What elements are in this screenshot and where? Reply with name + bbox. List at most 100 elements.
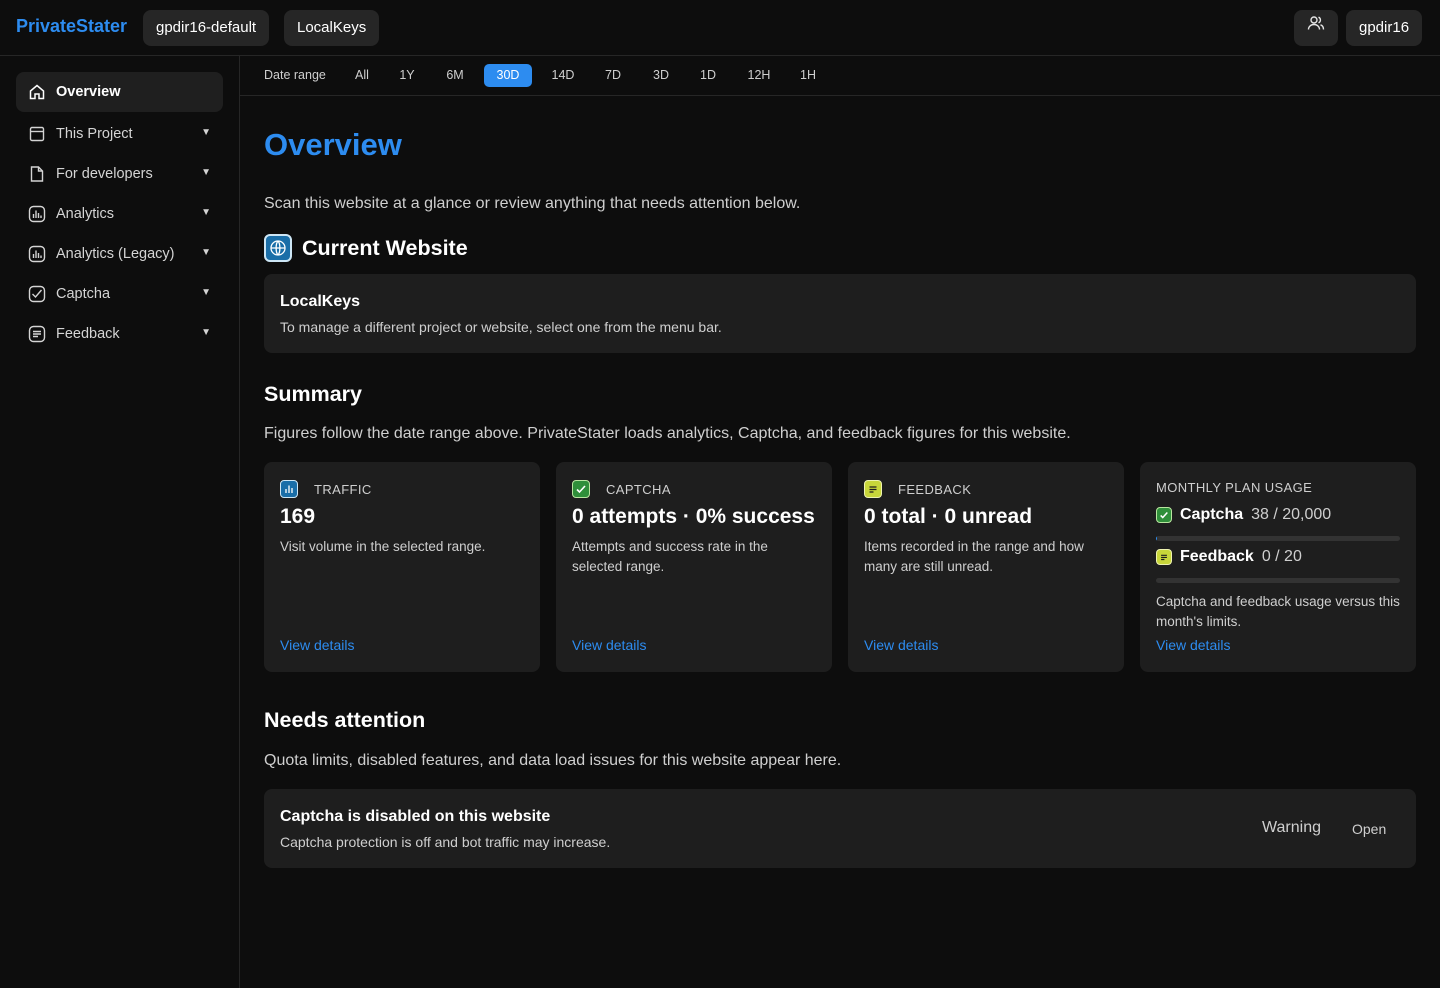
attention-description: Captcha protection is off and bot traffi… (280, 834, 611, 850)
current-website-card: LocalKeys To manage a different project … (264, 274, 1416, 353)
page-intro: Scan this website at a glance or review … (264, 195, 801, 212)
chevron-down-icon[interactable]: ▼ (201, 167, 211, 178)
captcha-usage-row: Captcha 38 / 20,000 (1156, 506, 1331, 524)
date-range-30d[interactable]: 30D (484, 64, 532, 87)
sidebar-item-label: Feedback (56, 326, 120, 342)
usage-value: 0 / 20 (1261, 548, 1302, 565)
sidebar-item-label: Overview (56, 84, 121, 100)
date-range-1y[interactable]: 1Y (393, 64, 421, 87)
chevron-down-icon[interactable]: ▼ (201, 207, 211, 218)
date-range-3d[interactable]: 3D (648, 64, 674, 87)
traffic-card: TRAFFIC 169 Visit volume in the selected… (264, 462, 540, 672)
sidebar: Overview This Project ▼ For developers ▼… (0, 56, 240, 988)
attention-title: Captcha is disabled on this website (280, 808, 551, 825)
summary-description: Figures follow the date range above. Pri… (264, 425, 1071, 442)
view-details-link[interactable]: View details (572, 637, 646, 653)
date-range-7d[interactable]: 7D (600, 64, 626, 87)
page-title: Overview (264, 127, 402, 162)
chevron-down-icon[interactable]: ▼ (201, 247, 211, 258)
sidebar-item-this-project[interactable]: This Project ▼ (16, 114, 223, 154)
current-website-heading: Current Website (264, 234, 468, 262)
message-lines-icon (864, 480, 882, 498)
users-icon (1307, 10, 1325, 46)
card-value: 169 (280, 505, 316, 528)
feedback-card: FEEDBACK 0 total · 0 unread Items record… (848, 462, 1124, 672)
message-lines-icon (28, 325, 46, 343)
bar-chart-icon (280, 480, 298, 498)
date-range-1h[interactable]: 1H (795, 64, 821, 87)
date-range-label: Date range (264, 68, 326, 82)
users-button[interactable] (1294, 10, 1338, 46)
usage-value: 38 / 20,000 (1251, 506, 1332, 523)
card-label: MONTHLY PLAN USAGE (1156, 480, 1313, 495)
bar-chart-icon (28, 205, 46, 223)
date-range-all[interactable]: All (348, 64, 376, 87)
view-details-link[interactable]: View details (280, 637, 354, 653)
card-label: FEEDBACK (898, 481, 972, 497)
captcha-card: CAPTCHA 0 attempts · 0% success Attempts… (556, 462, 832, 672)
attention-item: Captcha is disabled on this website Capt… (264, 789, 1416, 868)
sidebar-item-label: Captcha (56, 286, 111, 302)
sidebar-item-label: For developers (56, 166, 153, 182)
sidebar-item-captcha[interactable]: Captcha ▼ (16, 274, 223, 314)
captcha-usage-bar (1156, 536, 1400, 541)
usage-label: Feedback (1180, 548, 1254, 565)
current-website-name: LocalKeys (280, 293, 361, 310)
card-description: Captcha and feedback usage versus this m… (1156, 594, 1400, 629)
open-button[interactable]: Open (1352, 821, 1386, 837)
card-value: 0 attempts · 0% success (572, 505, 815, 528)
card-description: Attempts and success rate in the selecte… (572, 539, 768, 574)
sidebar-item-analytics-legacy[interactable]: Analytics (Legacy) ▼ (16, 234, 223, 274)
card-description: Visit volume in the selected range. (280, 539, 486, 554)
date-range-14d[interactable]: 14D (546, 64, 580, 87)
card-label: TRAFFIC (314, 481, 372, 497)
home-icon (28, 83, 46, 101)
sidebar-item-label: Analytics (56, 206, 115, 222)
monthly-plan-usage-card: MONTHLY PLAN USAGE Captcha 38 / 20,000 F… (1140, 462, 1416, 672)
check-box-icon (1156, 507, 1172, 523)
date-range-bar: Date range All 1Y 6M 30D 14D 7D 3D 1D 12… (240, 56, 1440, 96)
status-badge: Warning (1262, 819, 1321, 836)
usage-label: Captcha (1180, 506, 1244, 523)
project-selector[interactable]: gpdir16-default (143, 10, 270, 46)
check-box-icon (572, 480, 590, 498)
date-range-12h[interactable]: 12H (742, 64, 776, 87)
date-range-6m[interactable]: 6M (440, 64, 470, 87)
sidebar-item-feedback[interactable]: Feedback ▼ (16, 314, 223, 354)
user-menu-button[interactable]: gpdir16 (1346, 10, 1423, 46)
check-box-icon (28, 285, 46, 303)
chevron-down-icon[interactable]: ▼ (201, 127, 211, 138)
chevron-down-icon[interactable]: ▼ (201, 327, 211, 338)
sidebar-item-for-developers[interactable]: For developers ▼ (16, 154, 223, 194)
globe-icon (264, 234, 292, 262)
card-value: 0 total · 0 unread (864, 505, 1033, 528)
feedback-usage-row: Feedback 0 / 20 (1156, 548, 1302, 566)
card-label: CAPTCHA (606, 481, 671, 497)
needs-attention-description: Quota limits, disabled features, and dat… (264, 752, 842, 769)
view-details-link[interactable]: View details (1156, 637, 1230, 653)
view-details-link[interactable]: View details (864, 637, 938, 653)
sidebar-item-analytics[interactable]: Analytics ▼ (16, 194, 223, 234)
website-selector[interactable]: LocalKeys (284, 10, 380, 46)
brand-logo[interactable]: PrivateStater (16, 16, 127, 37)
bar-chart-icon (28, 245, 46, 263)
sidebar-item-label: This Project (56, 126, 133, 142)
top-bar: PrivateStater gpdir16-default LocalKeys … (0, 0, 1440, 56)
feedback-usage-bar (1156, 578, 1400, 583)
card-description: Items recorded in the range and how many… (864, 539, 1084, 574)
needs-attention-heading: Needs attention (264, 708, 426, 732)
date-range-1d[interactable]: 1D (695, 64, 721, 87)
message-lines-icon (1156, 549, 1172, 565)
sidebar-item-label: Analytics (Legacy) (56, 246, 175, 262)
current-website-description: To manage a different project or website… (280, 319, 722, 335)
chevron-down-icon[interactable]: ▼ (201, 287, 211, 298)
card-header: CAPTCHA (572, 480, 671, 498)
sidebar-item-overview[interactable]: Overview (16, 72, 223, 112)
summary-heading: Summary (264, 382, 362, 406)
card-header: MONTHLY PLAN USAGE (1156, 480, 1312, 495)
file-icon (28, 165, 46, 183)
current-website-title: Current Website (302, 235, 468, 260)
window-icon (28, 125, 46, 143)
card-header: FEEDBACK (864, 480, 971, 498)
card-header: TRAFFIC (280, 480, 372, 498)
